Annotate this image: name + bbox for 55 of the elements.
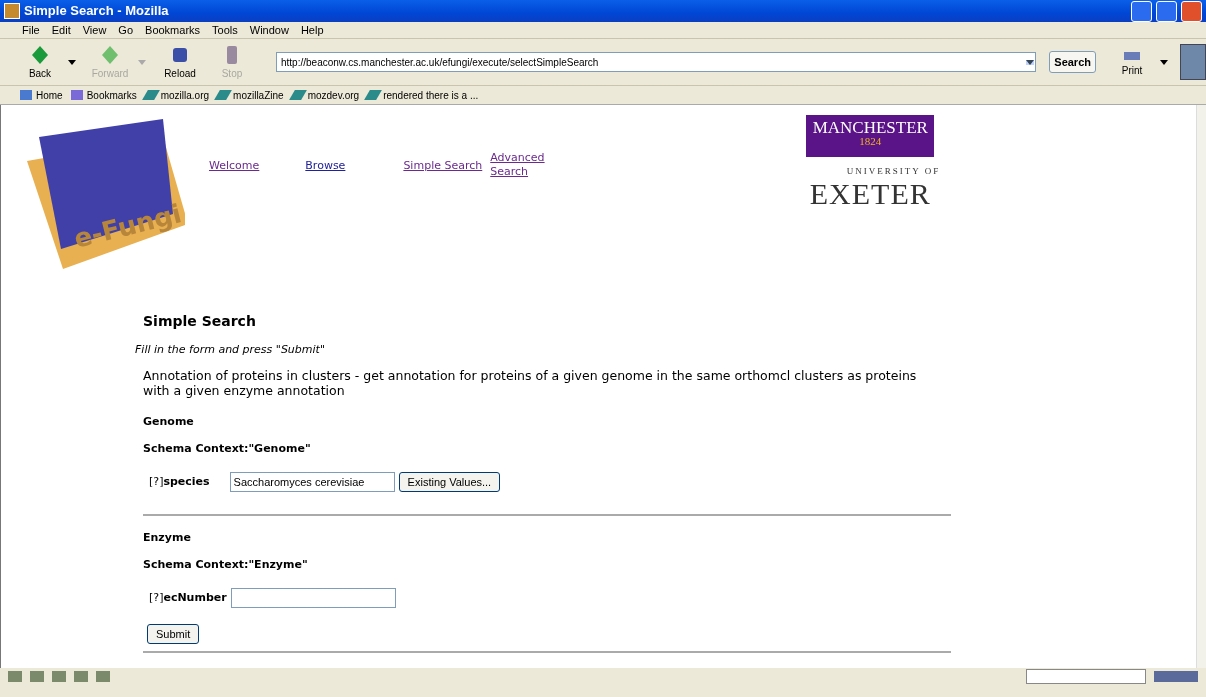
nav-link[interactable]: Welcome <box>209 159 260 174</box>
bookmark-item[interactable]: mozilla.org <box>140 87 214 103</box>
university-logo: UNIVERSITY OF EXETER <box>808 165 941 209</box>
help-link[interactable]: [?] <box>149 473 164 490</box>
status-icon <box>52 671 66 682</box>
status-icon <box>8 671 22 682</box>
schema-context: Schema Context:"Enzyme" <box>143 557 309 574</box>
text-field[interactable] <box>230 587 396 608</box>
status-icon <box>74 671 88 682</box>
bookmark-item[interactable]: Home <box>16 87 67 103</box>
menu-item[interactable]: File <box>16 21 46 39</box>
field-label: ecNumber <box>163 589 227 606</box>
window-title: Simple Search - Mozilla <box>24 2 169 21</box>
section-title: Enzyme <box>143 529 192 546</box>
university-logo: MANCHESTER 1824 <box>806 115 935 157</box>
page-heading: Simple Search <box>143 312 257 331</box>
field-label: species <box>163 473 210 490</box>
menu-item[interactable]: Edit <box>45 21 77 39</box>
menu-item[interactable]: Window <box>243 21 295 39</box>
bookmark-item[interactable]: Bookmarks <box>66 87 141 103</box>
scrollbar[interactable] <box>1196 105 1206 668</box>
help-link[interactable]: [?] <box>149 589 164 606</box>
existing-values-button[interactable]: Existing Values... <box>398 471 501 492</box>
search-button[interactable]: Search <box>1049 51 1096 73</box>
close-button[interactable] <box>1181 0 1202 22</box>
menu-item[interactable]: View <box>76 21 113 39</box>
nav-link[interactable]: Simple Search <box>403 159 483 174</box>
nav-link[interactable]: Advanced Search <box>490 151 557 180</box>
dropdown-caret-icon[interactable] <box>1026 59 1035 65</box>
dropdown-caret-icon[interactable] <box>1160 59 1168 65</box>
instruction-text: Fill in the form and press "Submit" <box>135 342 326 358</box>
menu-item[interactable]: Go <box>112 21 140 39</box>
section-title: Genome <box>143 413 195 430</box>
menu-item[interactable]: Bookmarks <box>139 21 207 39</box>
text-field[interactable]: Saccharomyces cerevisiae <box>229 471 395 492</box>
status-icon <box>96 671 110 682</box>
address-field[interactable]: http://beaconw.cs.manchester.ac.uk/efungi/execute/selectSimpleSearch <box>276 52 1037 72</box>
print-button[interactable]: Print <box>1108 46 1156 78</box>
logo-text: e-Fungi <box>69 197 186 256</box>
minimize-button[interactable] <box>1131 0 1152 22</box>
submit-button[interactable]: Submit <box>147 623 200 644</box>
menu-item[interactable]: Help <box>294 21 330 39</box>
bookmark-item[interactable]: mozillaZine <box>213 87 288 103</box>
bookmark-item[interactable]: mozdev.org <box>287 87 364 103</box>
restore-button[interactable] <box>1156 0 1177 22</box>
bookmark-item[interactable]: rendered there is a ... <box>363 87 483 103</box>
schema-context: Schema Context:"Genome" <box>143 441 312 458</box>
status-icon <box>30 671 44 682</box>
nav-link[interactable]: Browse <box>305 159 346 174</box>
toolbar-button[interactable]: Back <box>16 43 64 81</box>
app-icon <box>4 3 20 19</box>
dropdown-caret-icon[interactable] <box>68 59 76 65</box>
toolbar-button[interactable]: Reload <box>156 43 204 81</box>
description-text: Annotation of proteins in clusters - get annotation for proteins of a given genome in the same orthomcl clusters as proteins with a given enzyme annotation <box>143 367 918 399</box>
menu-item[interactable]: Tools <box>206 21 244 39</box>
